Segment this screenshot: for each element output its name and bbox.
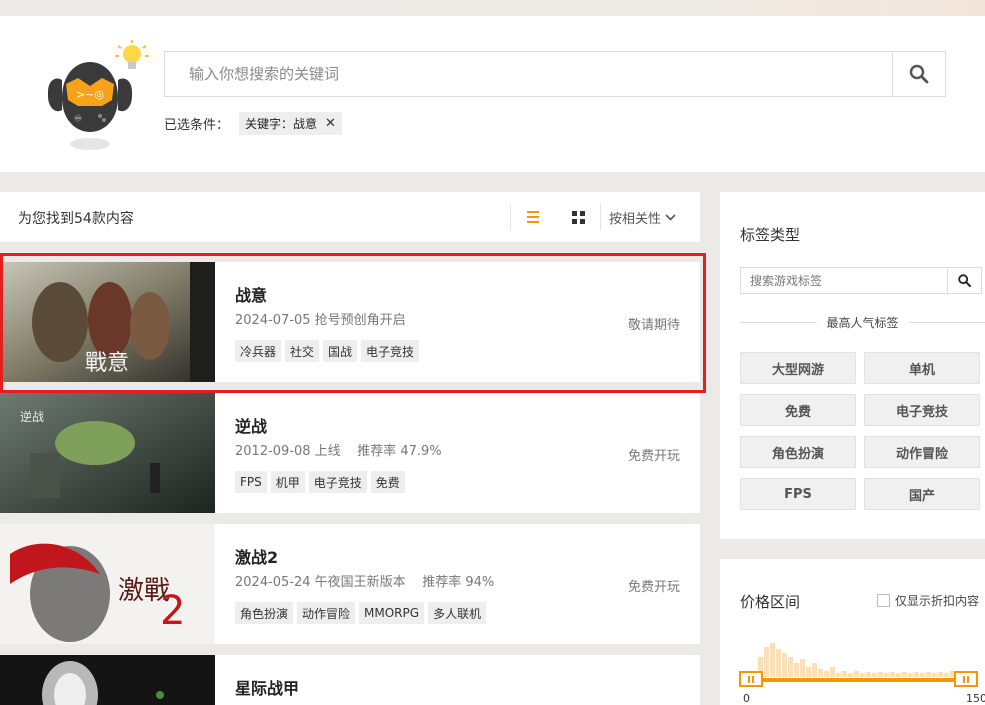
svg-text:2: 2 [160,588,185,634]
tag-search-box [740,267,982,294]
svg-text:戰意: 戰意 [85,351,129,376]
game-tags: 角色扮演 动作冒险 MMORPG 多人联机 [235,602,487,624]
sort-dropdown[interactable]: 按相关性 [600,204,676,230]
game-title[interactable]: 逆战 [235,413,267,437]
game-title[interactable]: 战意 [235,282,267,306]
game-status[interactable]: 免费开玩 [628,576,680,595]
game-thumbnail[interactable]: 戰意 [0,262,215,382]
game-meta: 2012-09-08 上线 推荐率 47.9% [235,444,442,459]
filter-chip: 关键字：战意 ✕ [239,111,342,135]
game-tags: 冷兵器 社交 国战 电子竞技 [235,340,420,362]
game-status[interactable]: 免费开玩 [628,445,680,464]
search-input[interactable] [165,52,893,96]
game-card[interactable]: 星际战甲 [0,655,700,705]
game-card[interactable]: 激戰 2 激战2 2024-05-24 午夜国王新版本 推荐率 94% 角色扮演… [0,524,700,644]
top-band [0,0,985,16]
list-icon [526,211,539,223]
game-tag[interactable]: 电子竞技 [361,340,420,362]
tag-filter-panel: 标签类型 最高人气标签 大型网游 单机 免费 电子竞技 角色扮演 动作冒险 FP… [720,192,985,539]
popular-tag[interactable]: 动作冒险 [864,436,980,468]
popular-tags-divider: 最高人气标签 [740,314,985,330]
popular-tags-label: 最高人气标签 [826,315,899,330]
popular-tag[interactable]: 免费 [740,394,856,426]
search-header: >~◎ 已选条件： 关键字：战意 ✕ [0,16,985,172]
svg-text:>~◎: >~◎ [76,88,104,101]
game-tag[interactable]: 冷兵器 [235,340,282,362]
game-thumbnail[interactable]: 激戰 2 [0,524,215,644]
game-title[interactable]: 星际战甲 [235,675,299,699]
game-tag[interactable]: 多人联机 [428,602,487,624]
svg-text:逆战: 逆战 [20,409,44,424]
search-box [164,51,946,97]
search-icon [958,274,971,287]
game-tags: FPS 机甲 电子竞技 免费 [235,471,405,493]
tag-panel-title: 标签类型 [740,226,801,244]
game-thumbnail[interactable] [0,655,215,705]
price-panel-title: 价格区间 [740,593,801,611]
game-card[interactable]: 戰意 战意 2024-07-05 抢号预创角开启 冷兵器 社交 国战 电子竞技 … [0,262,700,382]
game-tag[interactable]: MMORPG [359,602,425,624]
game-tag[interactable]: 社交 [285,340,320,362]
grid-view-button[interactable] [562,204,594,230]
price-min-label: 0 [743,692,750,705]
game-tag[interactable]: 动作冒险 [297,602,356,624]
chevron-down-icon [665,213,676,221]
checkbox-icon [877,594,890,607]
game-tag[interactable]: FPS [235,471,267,493]
search-icon [909,64,929,84]
results-toolbar: 为您找到54款内容 按相关性 [0,192,700,242]
search-button[interactable] [892,52,945,96]
game-tag[interactable]: 电子竞技 [308,471,367,493]
popular-tag[interactable]: 角色扮演 [740,436,856,468]
popular-tag[interactable]: 国产 [864,478,980,510]
price-filter-panel: 价格区间 仅显示折扣内容 0 150 [720,559,985,705]
close-icon[interactable]: ✕ [325,116,336,131]
tag-search-button[interactable] [947,268,981,293]
divider-line [740,321,817,323]
discount-label: 仅显示折扣内容 [895,594,980,608]
filter-chip-label: 关键字：战意 [245,116,318,131]
popular-tag[interactable]: 大型网游 [740,352,856,384]
game-tag[interactable]: 角色扮演 [235,602,294,624]
popular-tag[interactable]: FPS [740,478,856,510]
selected-filters: 已选条件： 关键字：战意 ✕ [164,111,342,135]
game-card[interactable]: 逆战 逆战 2012-09-08 上线 推荐率 47.9% FPS 机甲 电子竞… [0,393,700,513]
tag-search-input[interactable] [741,268,947,293]
grid-icon [571,210,585,224]
results-count: 为您找到54款内容 [18,211,134,227]
discount-only-checkbox[interactable]: 仅显示折扣内容 [877,592,979,609]
game-title[interactable]: 激战2 [235,544,278,568]
game-status[interactable]: 敬请期待 [628,314,680,333]
price-max-handle[interactable] [954,671,978,687]
game-tag[interactable]: 国战 [323,340,358,362]
price-max-label: 150 [966,692,985,705]
popular-tag-grid: 大型网游 单机 免费 电子竞技 角色扮演 动作冒险 FPS 国产 [740,352,985,510]
price-range-track[interactable] [750,678,970,682]
sort-label: 按相关性 [609,211,662,227]
game-tag[interactable]: 机甲 [270,471,305,493]
game-meta: 2024-05-24 午夜国王新版本 推荐率 94% [235,575,495,590]
price-min-handle[interactable] [739,671,763,687]
mascot-logo-icon: >~◎ [48,40,149,150]
game-meta: 2024-07-05 抢号预创角开启 [235,313,406,328]
divider-line [908,321,985,323]
game-tag[interactable]: 免费 [370,471,405,493]
filter-label: 已选条件： [164,117,230,133]
list-view-button[interactable] [510,204,554,230]
game-thumbnail[interactable]: 逆战 [0,393,215,513]
price-histogram [758,643,961,677]
popular-tag[interactable]: 电子竞技 [864,394,980,426]
popular-tag[interactable]: 单机 [864,352,980,384]
